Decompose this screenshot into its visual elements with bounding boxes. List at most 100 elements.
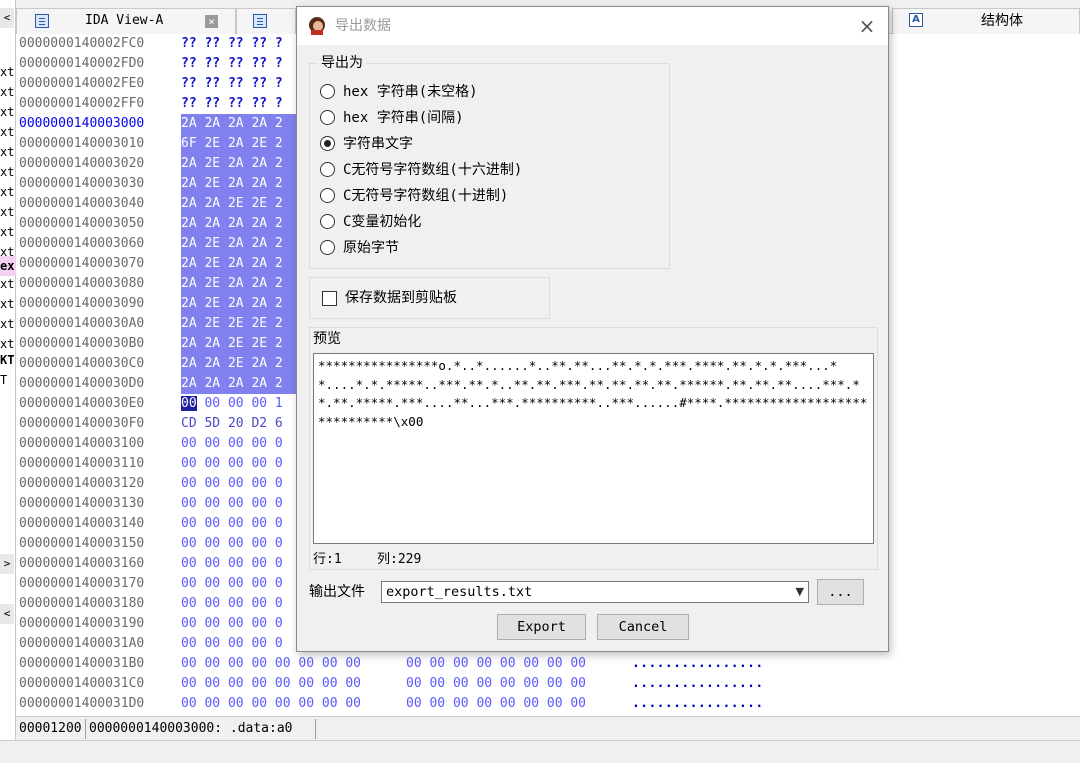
- hex-row-ascii[interactable]: ................: [632, 654, 764, 674]
- hex-row-bytes[interactable]: ?? ?? ?? ?? ?: [181, 94, 283, 114]
- preview-col-indicator: 列:229: [377, 552, 422, 567]
- hex-row-address: 0000000140002FF0: [19, 96, 145, 111]
- hex-row-bytes[interactable]: 00 00 00 00 0: [181, 634, 283, 654]
- hex-row-bytes[interactable]: 2A 2E 2A 2A 2: [181, 154, 301, 174]
- radio-button[interactable]: [320, 240, 335, 255]
- structures-icon: A: [909, 13, 923, 27]
- hex-row-bytes[interactable]: 00 00 00 00 0: [181, 594, 283, 614]
- hex-row-bytes[interactable]: 2A 2A 2A 2A 2: [181, 114, 301, 134]
- hex-row-address: 0000000140002FE0: [19, 76, 145, 91]
- status-bar: 00001200 0000000140003000: .data:a0: [16, 716, 1080, 740]
- hex-row-bytes[interactable]: 2A 2E 2A 2A 2: [181, 294, 301, 314]
- status-file-offset: 00001200: [16, 719, 86, 739]
- hex-row-address: 0000000140003170: [19, 576, 145, 591]
- hex-row-bytes[interactable]: 00 00 00 00 0: [181, 534, 283, 554]
- hex-row-address: 0000000140003180: [19, 596, 145, 611]
- radio-label: 字符串文字: [343, 136, 413, 152]
- radio-button[interactable]: [320, 214, 335, 229]
- hex-row-bytes[interactable]: 2A 2A 2A 2A 2: [181, 374, 301, 394]
- hex-row-bytes[interactable]: 00 00 00 00 0: [181, 454, 283, 474]
- hex-row-bytes[interactable]: 00 00 00 00 00 00 00 00: [181, 654, 361, 674]
- hex-row-bytes[interactable]: 00 00 00 00 00 00 00 00: [181, 674, 361, 694]
- hex-row-bytes[interactable]: 2A 2A 2E 2E 2: [181, 334, 301, 354]
- tab-hex-view[interactable]: [236, 8, 296, 34]
- gutter-item: xt: [0, 165, 15, 179]
- hex-row-bytes[interactable]: 2A 2A 2E 2A 2: [181, 354, 301, 374]
- hex-row-bytes[interactable]: 2A 2A 2E 2E 2: [181, 194, 301, 214]
- tab-ida-view-a[interactable]: IDA View-A ×: [16, 8, 236, 34]
- hex-row-address: 00000001400030F0: [19, 416, 145, 431]
- radio-button[interactable]: [320, 162, 335, 177]
- collapse-left-button-2[interactable]: <: [0, 604, 14, 624]
- radio-button[interactable]: [320, 84, 335, 99]
- hex-row-bytes[interactable]: 00 00 00 00 1: [181, 394, 283, 414]
- hex-row-bytes[interactable]: 2A 2E 2A 2A 2: [181, 274, 301, 294]
- hex-row-address: 0000000140003060: [19, 236, 145, 251]
- hex-row-ascii[interactable]: ................: [632, 674, 764, 694]
- export-data-dialog: 导出数据 × 导出为 hex 字符串(未空格) hex 字符串(间隔) 字符串文字 C…: [296, 6, 889, 652]
- hex-row-bytes[interactable]: CD 5D 20 D2 6: [181, 414, 283, 434]
- expand-right-button[interactable]: >: [0, 554, 14, 574]
- cursor-byte[interactable]: 00: [181, 396, 197, 411]
- hex-row-bytes[interactable]: 00 00 00 00 0: [181, 474, 283, 494]
- gutter-item: xt: [0, 185, 15, 199]
- hex-row-bytes[interactable]: ?? ?? ?? ?? ?: [181, 54, 283, 74]
- hex-row-bytes[interactable]: 2A 2E 2A 2A 2: [181, 174, 301, 194]
- hex-row-bytes[interactable]: 00 00 00 00 0: [181, 514, 283, 534]
- hex-row-address: 0000000140003190: [19, 616, 145, 631]
- hex-row-bytes[interactable]: 00 00 00 00 0: [181, 614, 283, 634]
- hex-row-address: 0000000140003110: [19, 456, 145, 471]
- gutter-item: xt: [0, 145, 15, 159]
- close-icon[interactable]: ×: [852, 13, 882, 39]
- hex-row[interactable]: 00000001400031B0 00 00 00 00 00 00 00 00 0…: [16, 654, 1080, 674]
- hex-row[interactable]: 00000001400031D0 00 00 00 00 00 00 00 00 0…: [16, 694, 1080, 714]
- hex-row-bytes[interactable]: 00 00 00 00 0: [181, 554, 283, 574]
- preview-legend: 预览: [310, 330, 344, 348]
- hex-row-bytes[interactable]: 00 00 00 00 0: [181, 574, 283, 594]
- hex-row-bytes-high[interactable]: 00 00 00 00 00 00 00 00: [406, 674, 586, 694]
- tab-close-icon[interactable]: ×: [205, 15, 218, 28]
- hex-row-address: 0000000140003080: [19, 276, 145, 291]
- hex-row-bytes[interactable]: 2A 2A 2A 2A 2: [181, 214, 301, 234]
- save-to-clipboard-checkbox[interactable]: [322, 291, 337, 306]
- gutter-item: xt: [0, 225, 15, 239]
- radio-button[interactable]: [320, 110, 335, 125]
- ida-app-icon: [309, 17, 325, 35]
- cancel-button[interactable]: Cancel: [597, 614, 689, 640]
- output-file-combobox[interactable]: export_results.txt ▼: [381, 581, 809, 603]
- hex-row-bytes[interactable]: 00 00 00 00 0: [181, 434, 283, 454]
- hex-row-bytes[interactable]: 2A 2E 2A 2A 2: [181, 234, 301, 254]
- radio-label: hex 字符串(间隔): [343, 110, 464, 126]
- hex-row-bytes[interactable]: 6F 2E 2A 2E 2: [181, 134, 301, 154]
- hex-row[interactable]: 00000001400031C0 00 00 00 00 00 00 00 00 0…: [16, 674, 1080, 694]
- ida-view-icon: [35, 14, 49, 28]
- collapse-left-button[interactable]: <: [0, 8, 14, 28]
- gutter-item: xt: [0, 65, 15, 79]
- hex-row-ascii[interactable]: ................: [632, 694, 764, 714]
- export-as-group: 导出为 hex 字符串(未空格) hex 字符串(间隔) 字符串文字 C无符号字符数组…: [309, 54, 670, 269]
- hex-row-bytes[interactable]: 00 00 00 00 0: [181, 494, 283, 514]
- radio-label: C无符号字符数组(十进制): [343, 188, 509, 204]
- hex-row-bytes[interactable]: ?? ?? ?? ?? ?: [181, 74, 283, 94]
- radio-button[interactable]: [320, 188, 335, 203]
- hex-row-address: 0000000140003130: [19, 496, 145, 511]
- hex-row-bytes[interactable]: 00 00 00 00 00 00 00 00: [181, 694, 361, 714]
- chevron-down-icon[interactable]: ▼: [796, 582, 804, 602]
- gutter-item: xt: [0, 125, 15, 139]
- hex-row-address: 0000000140003000: [19, 116, 145, 131]
- preview-text-area[interactable]: ****************o.*..*......*..**.**...*…: [313, 353, 874, 544]
- hex-row-bytes-high[interactable]: 00 00 00 00 00 00 00 00: [406, 694, 586, 714]
- radio-button[interactable]: [320, 136, 335, 151]
- tab-structures[interactable]: A 结构体: [892, 8, 1080, 34]
- bottom-strip: [0, 740, 1080, 763]
- hex-row-bytes[interactable]: 2A 2E 2E 2E 2: [181, 314, 301, 334]
- browse-button[interactable]: ...: [817, 579, 864, 605]
- hex-row-bytes[interactable]: 2A 2E 2A 2A 2: [181, 254, 301, 274]
- hex-row-bytes-high[interactable]: 00 00 00 00 00 00 00 00: [406, 654, 586, 674]
- dialog-titlebar[interactable]: 导出数据 ×: [297, 7, 888, 45]
- export-button[interactable]: Export: [497, 614, 586, 640]
- export-as-legend: 导出为: [318, 54, 366, 72]
- hex-row-bytes[interactable]: ?? ?? ?? ?? ?: [181, 34, 283, 54]
- hex-row-address: 0000000140003120: [19, 476, 145, 491]
- save-to-clipboard-label: 保存数据到剪贴板: [345, 290, 457, 306]
